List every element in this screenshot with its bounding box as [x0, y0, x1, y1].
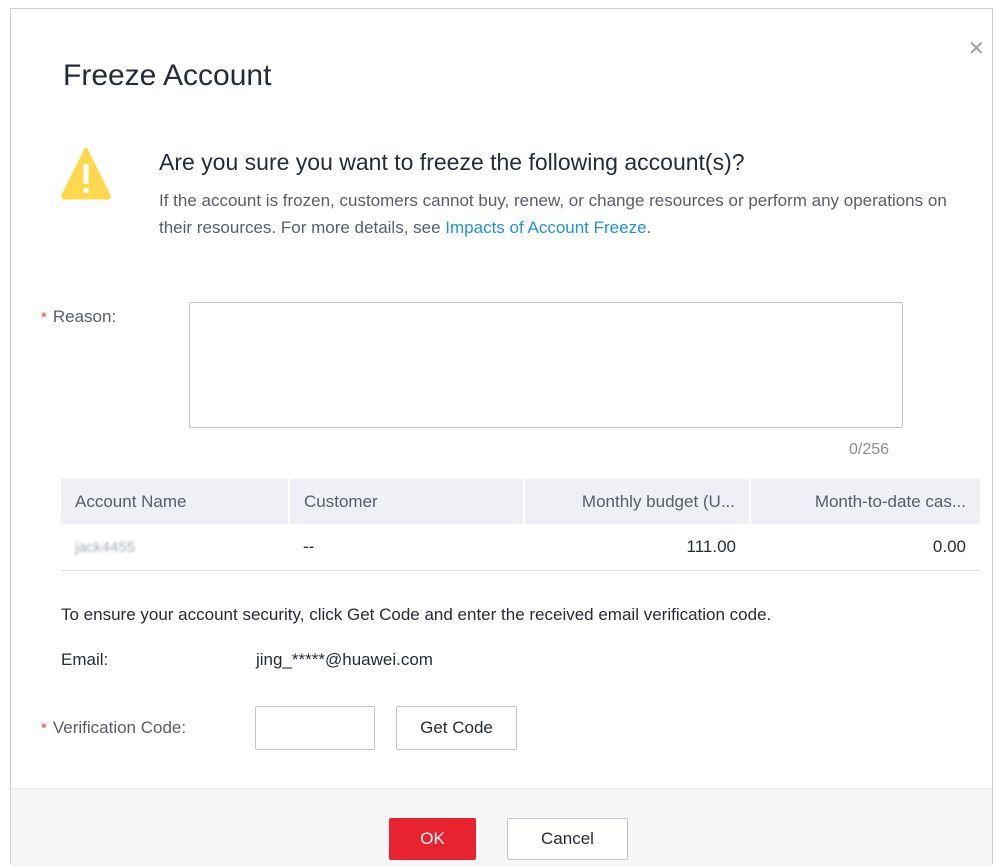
- email-value: jing_*****@huawei.com: [256, 650, 433, 669]
- column-header-monthly-budget: Monthly budget (U...: [524, 479, 751, 524]
- column-header-customer: Customer: [289, 479, 525, 524]
- impacts-link[interactable]: Impacts of Account Freeze: [445, 218, 646, 237]
- column-header-account-name: Account Name: [61, 479, 290, 524]
- table-header-row: Account Name Customer Monthly budget (U.…: [61, 479, 980, 524]
- warning-description-suffix: .: [646, 218, 652, 237]
- cell-account-name: jack4455: [61, 524, 289, 571]
- reason-textarea[interactable]: [189, 302, 903, 428]
- get-code-button[interactable]: Get Code: [396, 706, 517, 750]
- table-row: jack4455 -- 111.00 0.00: [61, 524, 980, 571]
- freeze-account-dialog: ✕ Freeze Account Are you sure you want t…: [10, 8, 993, 866]
- warning-heading: Are you sure you want to freeze the foll…: [159, 149, 745, 175]
- required-mark: *: [41, 309, 47, 326]
- warning-triangle-icon: [61, 147, 111, 200]
- account-name-blurred: jack4455: [75, 539, 136, 556]
- verification-code-input[interactable]: [255, 706, 375, 750]
- accounts-table: Account Name Customer Monthly budget (U.…: [61, 479, 980, 571]
- cancel-button[interactable]: Cancel: [507, 818, 628, 860]
- cell-month-to-date: 0.00: [750, 524, 980, 571]
- warning-description: If the account is frozen, customers cann…: [159, 187, 974, 241]
- verification-code-label: * Verification Code:: [41, 718, 186, 738]
- email-label: Email:: [61, 650, 109, 669]
- reason-label: * Reason:: [41, 307, 116, 327]
- verification-code-label-text: Verification Code:: [52, 718, 187, 737]
- cell-monthly-budget: 111.00: [524, 524, 750, 571]
- ok-button[interactable]: OK: [389, 818, 476, 860]
- reason-char-counter: 0/256: [849, 441, 890, 458]
- dialog-title: Freeze Account: [63, 59, 272, 92]
- reason-label-text: Reason:: [52, 307, 117, 326]
- close-icon[interactable]: ✕: [968, 39, 985, 59]
- cell-customer: --: [289, 524, 524, 571]
- column-header-month-to-date: Month-to-date cas...: [750, 479, 980, 524]
- required-mark: *: [41, 720, 47, 737]
- security-note: To ensure your account security, click G…: [61, 605, 772, 624]
- dialog-footer: OK Cancel: [11, 788, 992, 866]
